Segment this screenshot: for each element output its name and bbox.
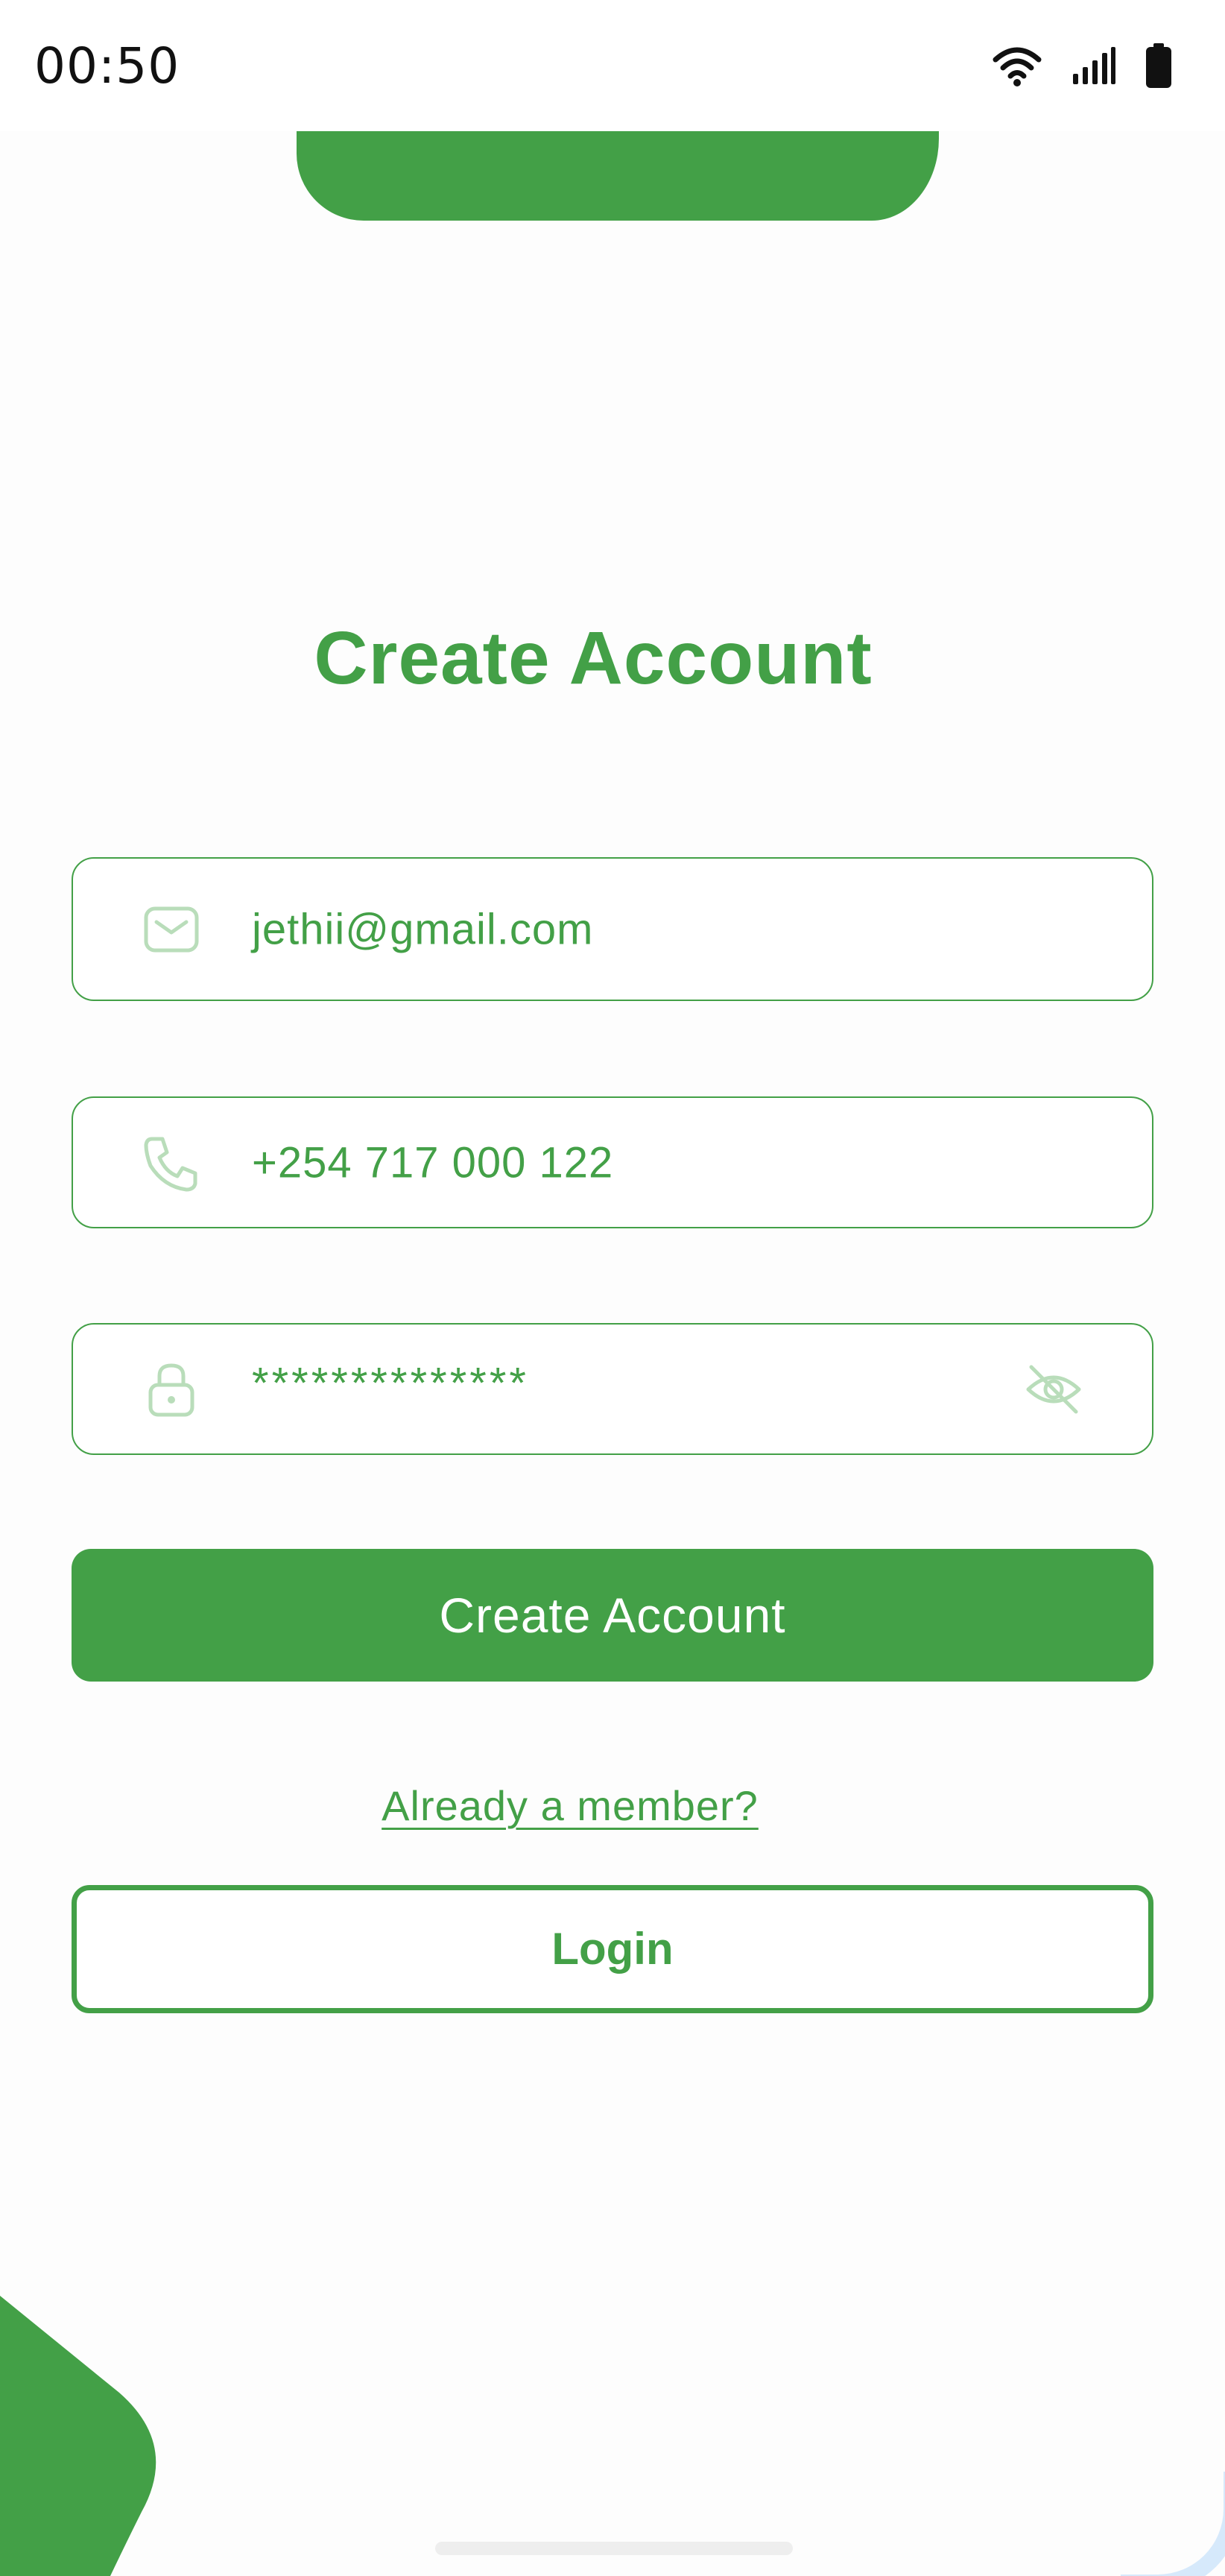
status-time: 00:50 (34, 37, 180, 95)
lock-icon (148, 1363, 194, 1416)
status-icons (993, 43, 1171, 88)
page-title: Create Account (314, 616, 873, 700)
phone-value: +254 717 000 122 (252, 1138, 614, 1187)
eye-off-icon[interactable] (1024, 1360, 1083, 1419)
leaf-decoration (0, 2296, 156, 2576)
password-field[interactable]: ************** (72, 1323, 1153, 1455)
password-value: ************** (252, 1359, 529, 1407)
login-button[interactable]: Login (72, 1885, 1153, 2013)
create-account-button[interactable]: Create Account (72, 1549, 1153, 1682)
email-field[interactable]: jethii@gmail.com (72, 857, 1153, 1001)
wifi-icon (993, 47, 1042, 86)
status-bar: 00:50 (0, 0, 1225, 131)
mail-icon (144, 906, 199, 952)
already-member-link[interactable]: Already a member? (0, 1781, 1140, 1830)
screen-background (0, 0, 1225, 2576)
top-header-tab (297, 131, 939, 221)
phone-icon (144, 1137, 197, 1191)
home-indicator[interactable] (435, 2542, 793, 2555)
corner-decoration (1121, 2472, 1225, 2576)
cellular-signal-icon (1073, 47, 1115, 84)
battery-icon (1146, 43, 1171, 88)
email-value: jethii@gmail.com (252, 905, 594, 953)
phone-field[interactable]: +254 717 000 122 (72, 1096, 1153, 1228)
